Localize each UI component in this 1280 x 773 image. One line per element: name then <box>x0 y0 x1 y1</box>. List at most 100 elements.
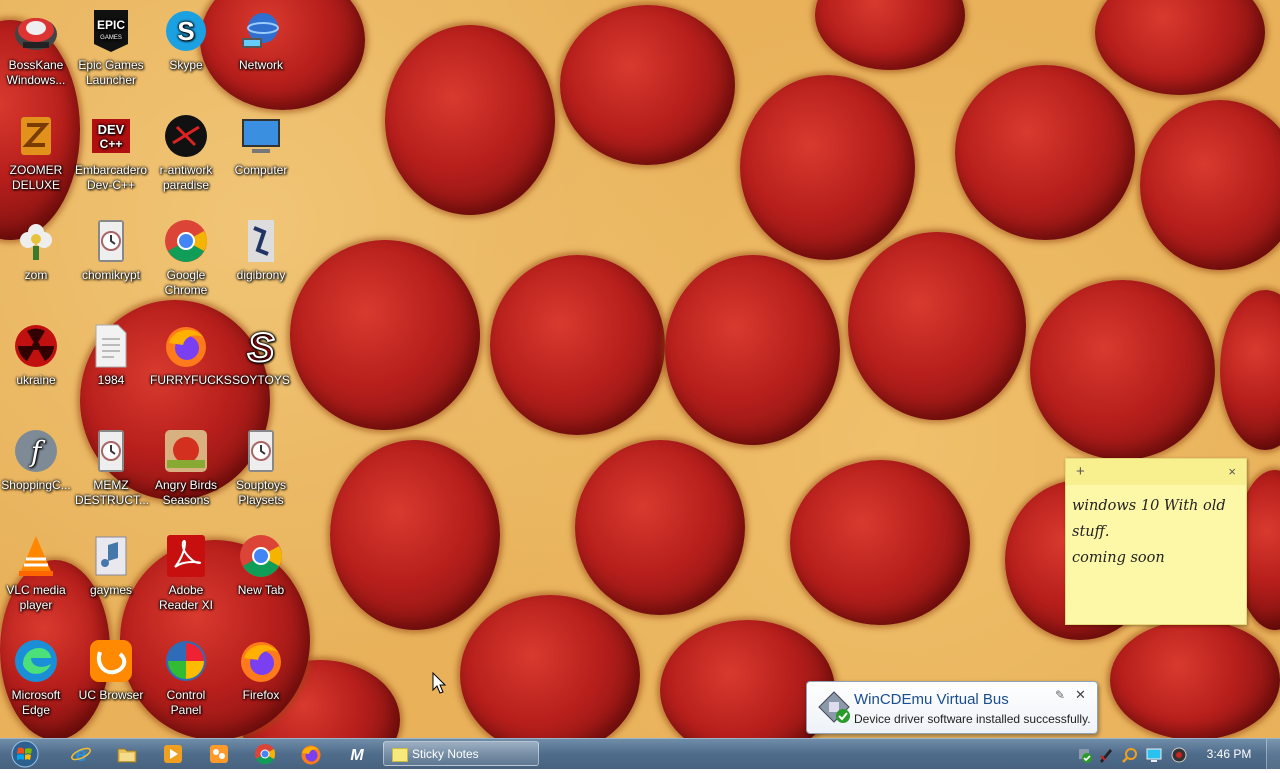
svg-text:DEV: DEV <box>98 122 125 137</box>
desktop-icon-ukraine[interactable]: ukraine <box>0 323 72 388</box>
desktop-icon-shoppingc[interactable]: f ShoppingC... <box>0 428 72 493</box>
notification-options-icon[interactable]: ✎ <box>1055 688 1065 702</box>
task-label: Sticky Notes <box>412 747 479 761</box>
windows-logo-icon <box>11 740 39 768</box>
sticky-notes-icon <box>392 748 408 762</box>
taskbar: e M Sticky Notes 3:46 PM <box>0 738 1280 769</box>
desktop-icon-furryfucks[interactable]: FURRYFUCKS <box>150 323 232 388</box>
desktop-icon-digibrony[interactable]: digibrony <box>225 218 297 283</box>
taskbar-internet-explorer[interactable]: e <box>70 743 92 766</box>
tray-pen[interactable] <box>1098 747 1114 763</box>
chrome-icon <box>163 218 209 264</box>
desktop-icon-bosskane[interactable]: BossKane Windows... <box>0 8 72 88</box>
r-antiwork-icon <box>163 113 209 159</box>
desktop-icon-angry-birds[interactable]: Angry Birds Seasons <box>150 428 222 508</box>
notification-balloon[interactable]: WinCDEmu Virtual Bus Device driver softw… <box>806 681 1098 734</box>
setup-icon <box>88 218 134 264</box>
digibrony-icon <box>238 218 284 264</box>
svg-text:S: S <box>248 326 275 369</box>
explorer-folder-icon <box>117 748 137 763</box>
desktop-icon-new-tab[interactable]: New Tab <box>225 533 297 598</box>
taskbar-clock[interactable]: 3:46 PM <box>1198 739 1260 769</box>
firefox-icon <box>163 323 209 369</box>
desktop-icon-gaymes[interactable]: gaymes <box>75 533 147 598</box>
taskbar-chrome[interactable] <box>254 743 276 765</box>
taskbar-paint[interactable] <box>208 743 230 765</box>
desktop-icon-adobe-reader[interactable]: Adobe Reader XI <box>150 533 222 613</box>
computer-icon <box>238 113 284 159</box>
sticky-note-line: windows 10 With old <box>1072 498 1226 514</box>
soytoys-icon: S <box>238 323 284 369</box>
control-panel-icon <box>163 638 209 684</box>
vlc-icon <box>13 533 59 579</box>
desktop-icon-network[interactable]: Network <box>225 8 297 73</box>
svg-text:S: S <box>177 16 194 46</box>
taskbar-firefox[interactable] <box>300 743 322 765</box>
desktop-icon-uc-browser[interactable]: UC Browser <box>75 638 147 703</box>
volume-icon <box>1171 747 1187 763</box>
desktop-icon-control-panel[interactable]: Control Panel <box>150 638 222 718</box>
tray-driver-check[interactable] <box>1077 747 1093 763</box>
paint-icon <box>210 745 228 763</box>
sticky-note-text[interactable]: windows 10 With old stuff. coming soon <box>1066 485 1246 579</box>
zoomer-icon <box>13 113 59 159</box>
angry-birds-icon <box>163 428 209 474</box>
sticky-note-line: stuff. <box>1072 524 1110 540</box>
desktop-icon-vlc[interactable]: VLC media player <box>0 533 72 613</box>
driver-install-icon <box>817 690 851 724</box>
svg-text:e: e <box>75 744 86 765</box>
gaymes-icon <box>88 533 134 579</box>
chrome-icon <box>238 533 284 579</box>
epic-games-icon: EPIC GAMES <box>88 8 134 54</box>
mouse-cursor-icon <box>432 671 447 699</box>
desktop-icon-soytoys[interactable]: S SOYTOYS <box>225 323 297 388</box>
desktop-icon-memz[interactable]: MEMZ DESTRUCT... <box>75 428 149 508</box>
skype-icon: S <box>163 8 209 54</box>
desktop-icon-devcpp[interactable]: DEV C++ Embarcadero Dev-C++ <box>75 113 147 193</box>
svg-text:GAMES: GAMES <box>100 35 122 41</box>
svg-text:M: M <box>350 747 364 764</box>
tray-monitor[interactable] <box>1146 747 1162 763</box>
uc-browser-icon <box>88 638 134 684</box>
taskbar-file-explorer[interactable] <box>116 743 138 765</box>
desktop-icon-epic-games[interactable]: EPIC GAMES Epic Games Launcher <box>75 8 147 88</box>
text-file-icon <box>88 323 134 369</box>
show-desktop-button[interactable] <box>1266 739 1280 769</box>
start-button[interactable] <box>6 740 44 768</box>
taskbar-m-app[interactable]: M <box>346 743 368 765</box>
desktop-icon-chomikrypt[interactable]: chomikrypt <box>75 218 147 283</box>
setup-icon <box>88 428 134 474</box>
desktop-icon-souptoys[interactable]: Souptoys Playsets <box>225 428 297 508</box>
svg-text:EPIC: EPIC <box>97 18 125 32</box>
radiation-icon <box>13 323 59 369</box>
chrome-icon <box>255 744 276 765</box>
setup-icon <box>238 428 284 474</box>
taskbar-media-player[interactable] <box>162 743 184 765</box>
adobe-reader-icon <box>163 533 209 579</box>
driver-check-icon <box>1079 749 1092 763</box>
desktop-icon-edge[interactable]: Microsoft Edge <box>0 638 72 718</box>
desktop-icon-zoomer[interactable]: ZOOMER DELUXE <box>0 113 72 193</box>
close-note-button[interactable]: × <box>1228 464 1236 479</box>
notification-close-button[interactable]: ✕ <box>1075 687 1086 703</box>
desktop-icon-r-antiwork[interactable]: r-antiwork paradise <box>150 113 222 193</box>
tray-volume[interactable] <box>1171 747 1187 763</box>
desktop-icon-computer[interactable]: Computer <box>225 113 297 178</box>
sticky-note-titlebar[interactable]: + × <box>1066 459 1246 485</box>
desktop[interactable]: BossKane Windows... EPIC GAMES Epic Games… <box>0 0 1280 738</box>
sticky-note-window[interactable]: + × windows 10 With old stuff. coming so… <box>1065 458 1247 625</box>
desktop-icon-skype[interactable]: S Skype <box>150 8 222 73</box>
desktop-icon-zom[interactable]: zom <box>0 218 72 283</box>
desktop-icon-firefox[interactable]: Firefox <box>225 638 297 703</box>
taskbar-sticky-notes-button[interactable]: Sticky Notes <box>383 741 539 766</box>
desktop-icon-1984[interactable]: 1984 <box>75 323 147 388</box>
add-note-button[interactable]: + <box>1076 463 1085 480</box>
firefox-icon <box>238 638 284 684</box>
firefox-icon <box>301 745 321 765</box>
edge-icon <box>13 638 59 684</box>
m-icon: M <box>350 747 364 764</box>
network-icon <box>238 8 284 54</box>
desktop-icon-google-chrome[interactable]: Google Chrome <box>150 218 222 298</box>
tray-search[interactable] <box>1122 747 1138 763</box>
bosskane-icon <box>13 8 59 54</box>
